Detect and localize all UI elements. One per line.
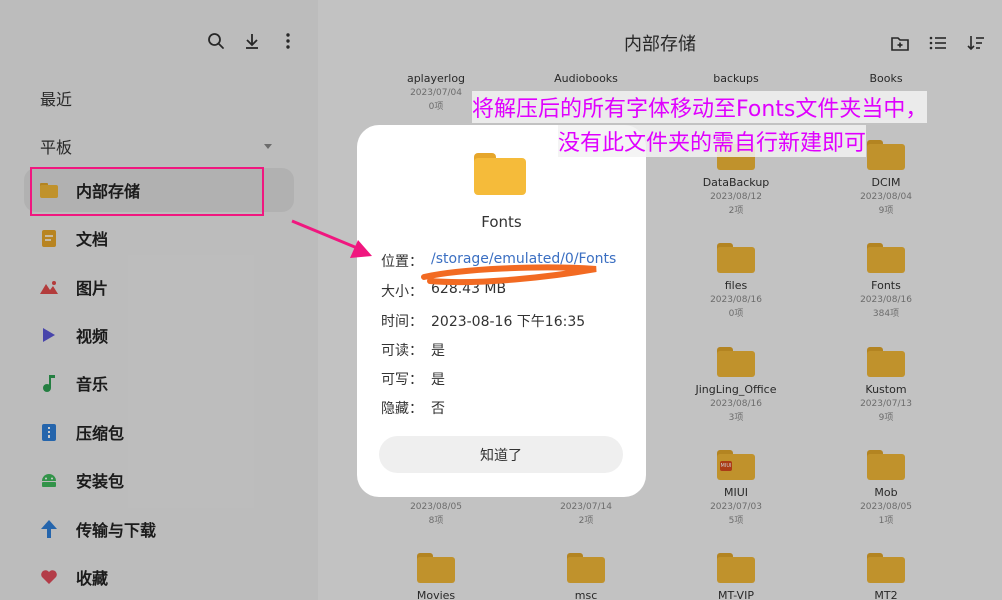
annotation-arrow-icon — [291, 219, 372, 258]
annotation-text-line1: 将解压后的所有字体移动至Fonts文件夹当中， — [472, 91, 928, 123]
annotation-text-line2: 没有此文件夹的需自行新建即可 — [558, 125, 867, 157]
annotation-underline-stroke — [421, 264, 597, 286]
